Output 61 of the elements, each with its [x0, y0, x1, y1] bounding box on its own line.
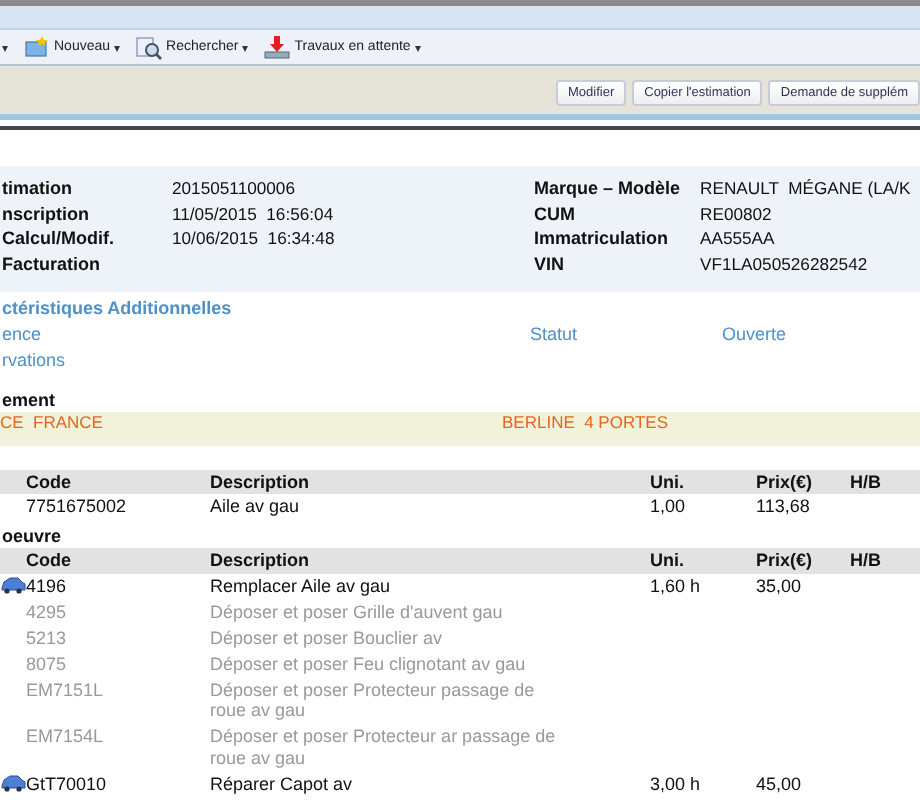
price-cell-text: 35,00 [756, 573, 804, 599]
description-cell-text: Déposer et poser Protecteur ar passage de roue av gau [210, 724, 558, 771]
code-cell-text: EM7154L [26, 724, 106, 750]
new-document-icon [24, 36, 50, 58]
column-header: Uni. [650, 548, 756, 573]
description-cell-text: Réparer Capot av [210, 771, 355, 797]
code-cell-text: 4196 [26, 573, 69, 599]
section-title: ement [0, 387, 58, 411]
description-cell-text: Déposer et poser Feu clignotant av gau [210, 651, 528, 677]
description-cell-text: Déposer et poser Grille d'auvent gau [210, 599, 505, 625]
field-label: Statut [530, 321, 580, 347]
column-header: Description [210, 548, 650, 573]
price-cell-text: 113,68 [756, 494, 812, 520]
search-icon [136, 35, 163, 59]
field-label: Marque – Modèle [534, 178, 683, 200]
field-label: Immatriculation [534, 228, 671, 250]
column-header: Description [210, 469, 650, 494]
body-type-text: BERLINE 4 PORTES [502, 411, 670, 433]
code-cell-text: 4295 [26, 599, 69, 625]
column-header: H/B [850, 469, 920, 494]
field-label: ence [2, 321, 44, 347]
description-cell-text: Déposer et poser Protecteur passage de roue av gau [210, 677, 537, 724]
field-value: VF1LA050526282542 [700, 253, 870, 275]
car-icon [0, 774, 26, 792]
field-label: VIN [534, 253, 567, 275]
price-cell-text: 45,00 [756, 771, 804, 797]
description-cell-text: Déposer et poser Bouclier av [210, 625, 445, 651]
field-value: 2015051100006 [172, 178, 297, 200]
field-value: 11/05/2015 16:56:04 [172, 203, 336, 225]
column-header: Prix(€) [756, 548, 850, 573]
description-cell-text: Aile av gau [210, 494, 302, 520]
section-title: oeuvre [0, 524, 64, 548]
field-label: timation [2, 178, 74, 200]
column-header: Code [26, 469, 210, 494]
country-text: CE FRANCE [0, 411, 105, 433]
description-cell-text: Remplacer Aile av gau [210, 573, 393, 599]
code-cell-text: 8075 [26, 651, 69, 677]
unit-cell-text: 1,60 h [650, 573, 703, 599]
column-header: H/B [850, 548, 920, 573]
code-cell-text: GtT70010 [26, 771, 109, 797]
code-cell-text: 7751675002 [26, 494, 129, 520]
unit-cell-text: 1,00 [650, 494, 688, 520]
download-icon [264, 35, 291, 59]
column-header: Code [26, 548, 210, 573]
code-cell-text: EM7151L [26, 677, 106, 703]
section-title: ctéristiques Additionnelles [0, 295, 234, 321]
unit-cell-text: 3,00 h [650, 771, 703, 797]
field-label: Calcul/Modif. [2, 228, 116, 250]
field-value: RE00802 [700, 203, 774, 225]
field-label: CUM [534, 203, 577, 225]
field-label: Facturation [2, 253, 103, 275]
field-label: nscription [2, 203, 92, 225]
column-header: Uni. [650, 469, 756, 494]
column-header: Prix(€) [756, 469, 850, 494]
car-icon [0, 576, 26, 594]
field-value: Ouverte [722, 321, 789, 347]
field-value: AA555AA [700, 228, 777, 250]
field-value: RENAULT MÉGANE (LA/K [700, 178, 913, 200]
field-label: rvations [2, 347, 68, 373]
field-value: 10/06/2015 16:34:48 [172, 228, 337, 250]
code-cell-text: 5213 [26, 625, 69, 651]
